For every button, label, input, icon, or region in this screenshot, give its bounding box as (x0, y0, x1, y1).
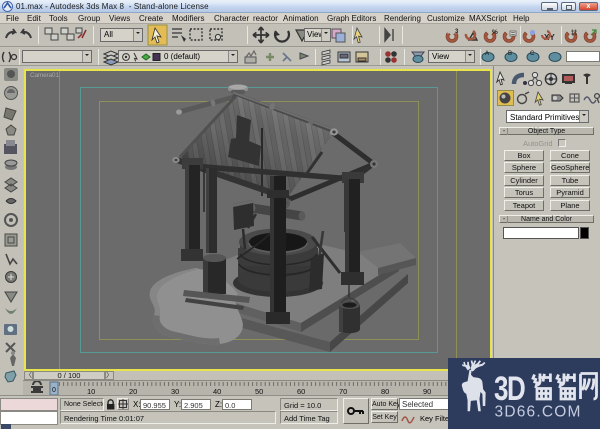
svg-text:3D66.COM: 3D66.COM (495, 404, 582, 421)
svg-text:B: B (508, 51, 512, 57)
svg-text:%: % (492, 29, 498, 36)
svg-text:0: 0 (52, 387, 56, 394)
svg-text:3D: 3D (494, 371, 525, 408)
svg-text:C: C (530, 51, 535, 57)
svg-text:A: A (485, 51, 489, 57)
svg-text:3: 3 (455, 29, 459, 35)
